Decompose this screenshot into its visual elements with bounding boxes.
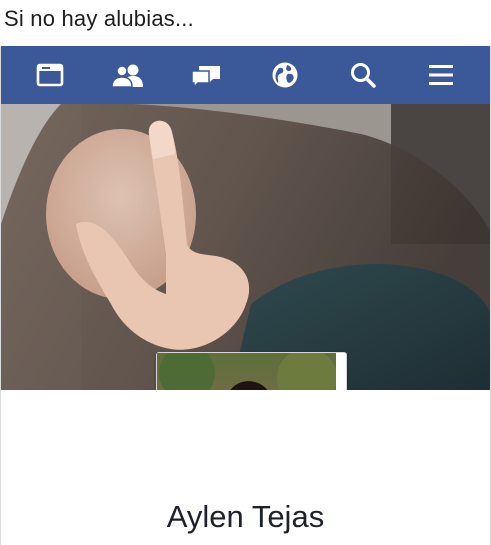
cover-photo[interactable] — [1, 104, 490, 390]
nav-messages-button[interactable] — [184, 53, 228, 97]
hamburger-menu-icon — [427, 62, 455, 88]
profile-photo — [157, 353, 336, 390]
facebook-profile-screen: Aylen Tejas — [0, 46, 491, 545]
nav-friends-button[interactable] — [106, 53, 150, 97]
messages-icon — [189, 62, 223, 88]
nav-notifications-button[interactable] — [263, 53, 307, 97]
nav-menu-button[interactable] — [419, 53, 463, 97]
news-feed-icon — [36, 62, 64, 88]
top-navbar — [1, 46, 490, 104]
globe-icon — [270, 60, 300, 90]
profile-name: Aylen Tejas — [166, 499, 325, 534]
search-icon — [349, 61, 377, 89]
nav-search-button[interactable] — [341, 53, 385, 97]
nav-news-feed-button[interactable] — [28, 53, 72, 97]
meme-caption: Si no hay alubias... — [4, 6, 194, 31]
friends-icon — [111, 62, 145, 88]
profile-picture-card[interactable] — [156, 352, 347, 390]
